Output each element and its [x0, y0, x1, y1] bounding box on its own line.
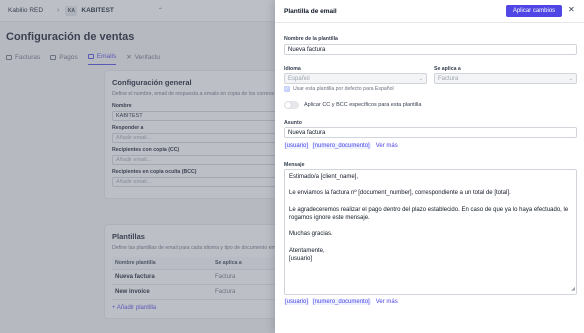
message-line: Atentamente, [289, 247, 325, 254]
cc-bcc-toggle-label: Aplicar CC y BCC específicos para esta p… [304, 102, 422, 108]
variable-chip[interactable]: [usuario] [284, 143, 310, 149]
toggle-knob [285, 102, 291, 108]
drawer-title: Plantilla de email [284, 8, 337, 15]
template-name-label: Nombre de la plantilla [284, 36, 338, 42]
variable-chip[interactable]: [numero_documento] [312, 143, 371, 149]
template-name-input[interactable]: Nueva factura [284, 44, 577, 55]
drawer-divider [275, 22, 584, 23]
cc-bcc-toggle[interactable] [284, 101, 299, 109]
email-template-drawer: Plantilla de email Aplicar cambios ✕ Nom… [275, 0, 584, 333]
default-template-checkbox[interactable]: ✓ [284, 86, 290, 92]
see-more-link[interactable]: Ver más [376, 143, 398, 149]
message-line: Estimado/a [client_name], [289, 174, 359, 180]
variable-chip[interactable]: [numero_documento] [312, 299, 371, 305]
see-more-link[interactable]: Ver más [376, 299, 398, 305]
message-line: rogamos ignore este mensaje. [289, 214, 370, 221]
apply-changes-button[interactable]: Aplicar cambios [506, 5, 562, 17]
language-label: Idioma [284, 66, 301, 72]
applies-to-label: Se aplica a [434, 66, 461, 72]
subject-input[interactable]: Nueva factura [284, 127, 577, 138]
subject-variables: [usuario] [numero_documento] Ver más [284, 143, 398, 149]
applies-to-select[interactable]: Factura ⌄ [434, 73, 577, 84]
message-textarea[interactable]: Estimado/a [client_name], Le enviamos la… [284, 169, 577, 295]
default-template-label: Usar esta plantilla por defecto para Esp… [293, 86, 394, 92]
message-line: Le enviamos la factura nº [document_numb… [289, 190, 511, 197]
applies-to-value: Factura [438, 75, 459, 82]
resize-handle-icon[interactable]: ◢ [571, 285, 575, 293]
message-line: Muchas gracias. [289, 231, 333, 238]
chevron-down-icon: ⌄ [418, 75, 423, 82]
variable-chip[interactable]: [usuario] [284, 299, 310, 305]
close-icon[interactable]: ✕ [568, 5, 575, 14]
subject-label: Asunto [284, 120, 302, 126]
message-variables: [usuario] [numero_documento] Ver más [284, 299, 398, 305]
message-label: Mensaje [284, 162, 305, 168]
default-template-option: ✓ Usar esta plantilla por defecto para E… [284, 86, 394, 92]
message-line: Le agradeceremos realizar el pago dentro… [289, 206, 569, 213]
language-select[interactable]: Español ⌄ [284, 73, 427, 84]
language-value: Español [288, 75, 310, 82]
cc-bcc-option: Aplicar CC y BCC específicos para esta p… [284, 101, 421, 109]
chevron-down-icon: ⌄ [568, 75, 573, 82]
message-line: [usuario] [289, 255, 313, 262]
